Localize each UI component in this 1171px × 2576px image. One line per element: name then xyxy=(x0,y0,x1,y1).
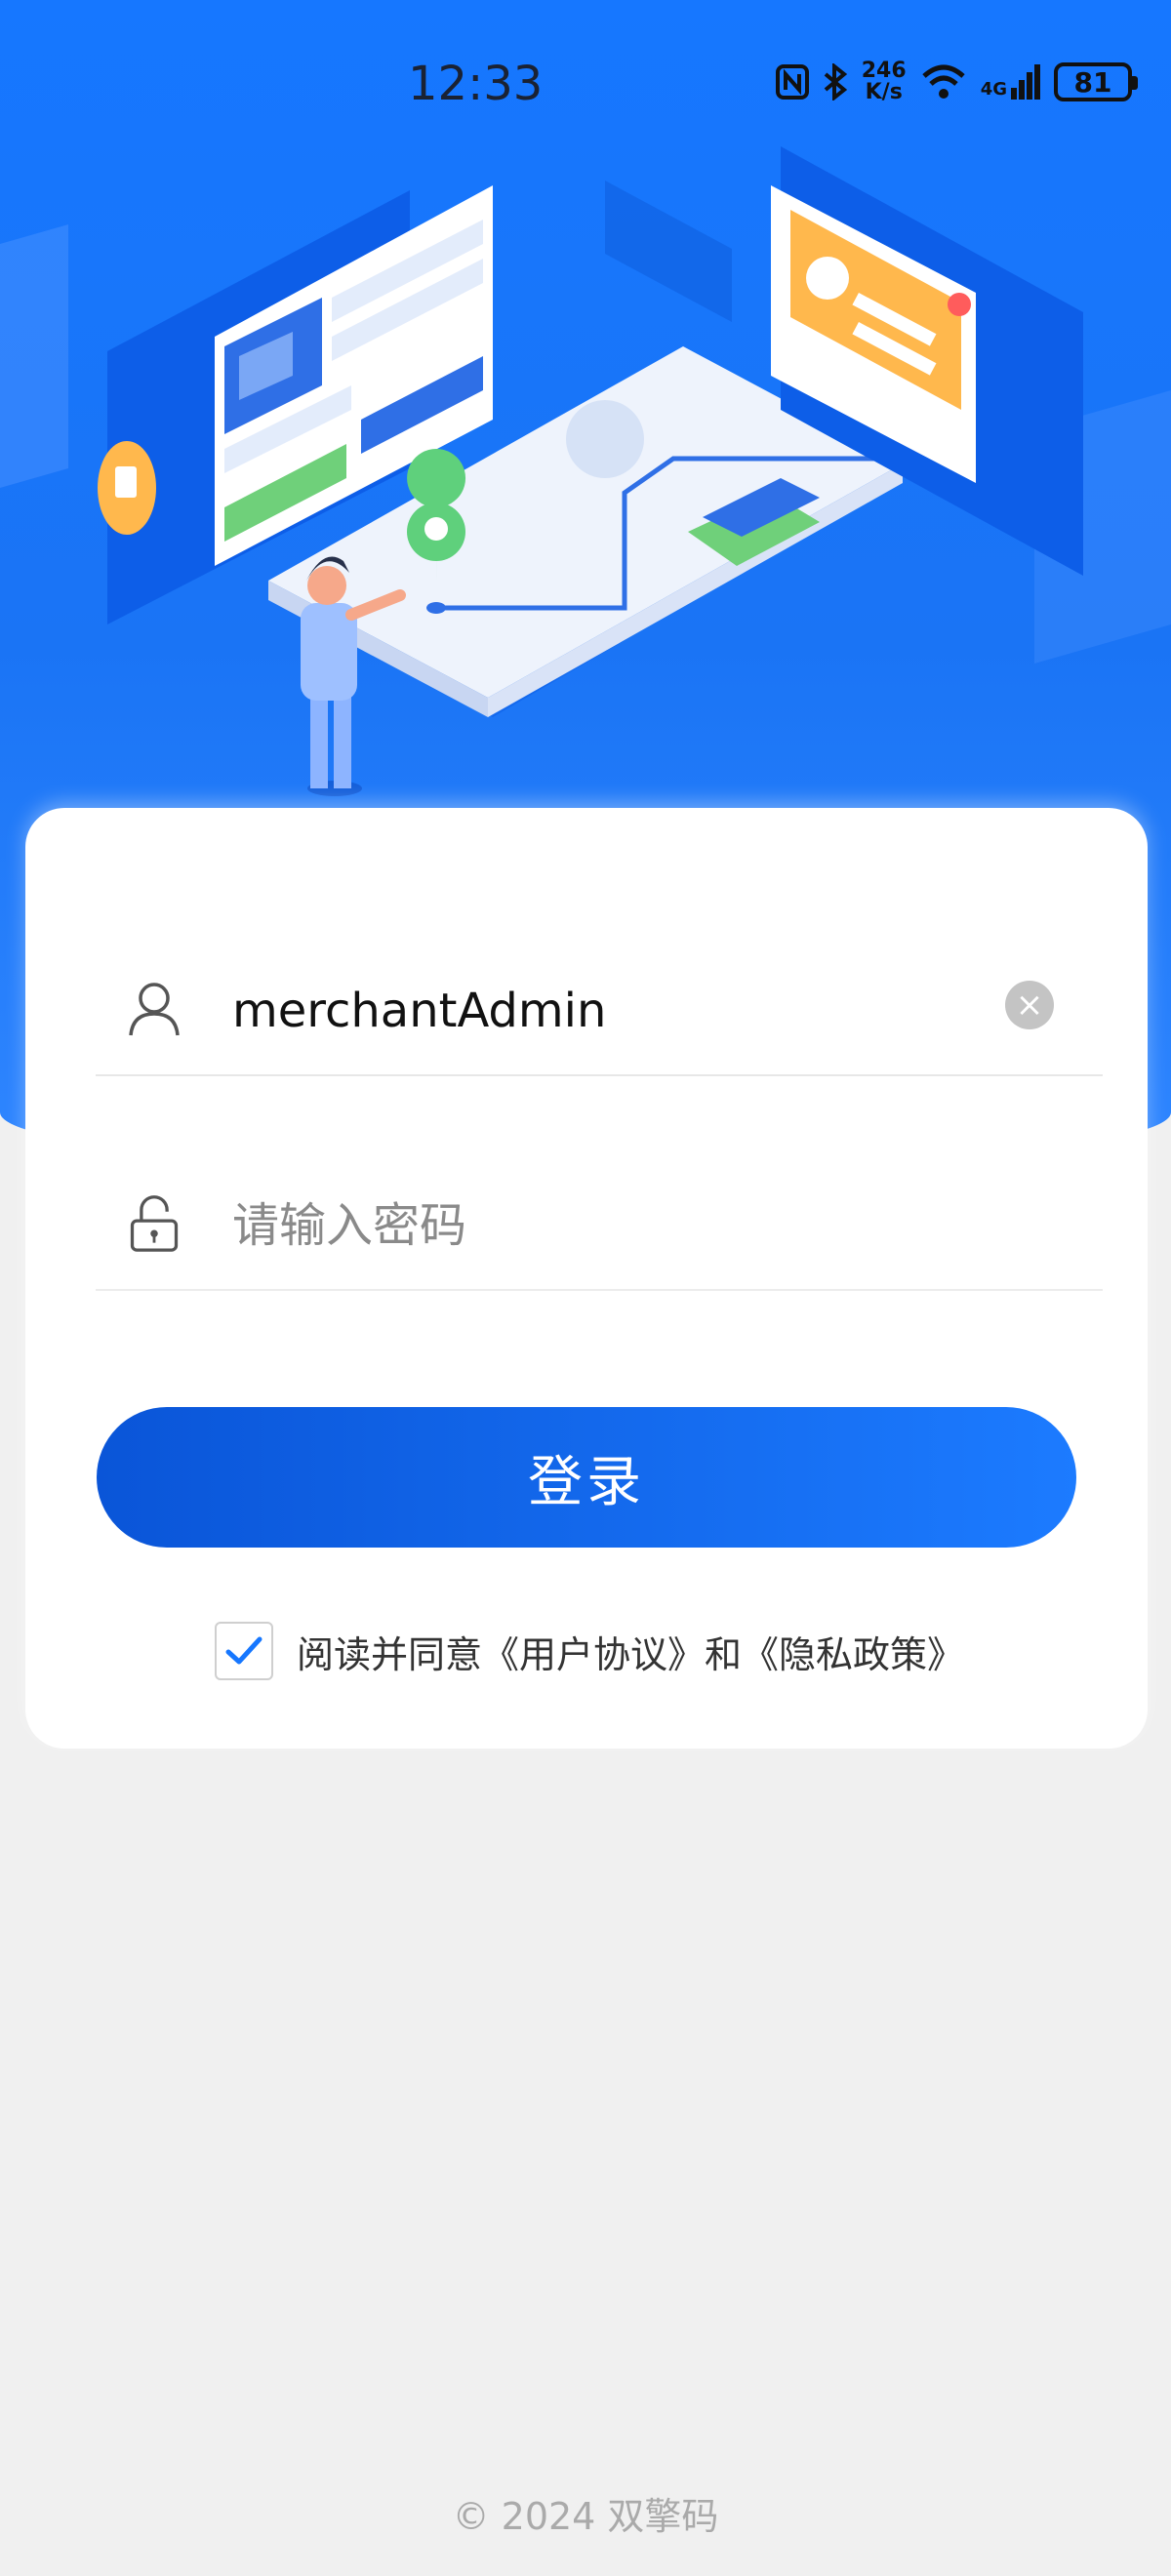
password-row xyxy=(96,1164,1103,1291)
user-icon xyxy=(129,983,180,1036)
lock-icon xyxy=(130,1195,179,1252)
signal-icon: 4G xyxy=(981,64,1040,100)
net-speed: 246 K/s xyxy=(862,60,907,103)
net-speed-value: 246 xyxy=(861,59,907,83)
nfc-icon xyxy=(775,64,809,100)
password-input[interactable] xyxy=(232,1182,993,1269)
battery-level: 81 xyxy=(1073,65,1112,99)
wifi-icon xyxy=(922,64,965,99)
bluetooth-icon xyxy=(824,63,847,101)
clear-input-button[interactable]: × xyxy=(1005,981,1054,1029)
user-agreement-link[interactable]: 《用户协议》 xyxy=(482,1633,705,1676)
agree-checkbox[interactable] xyxy=(215,1622,273,1680)
agree-and: 和 xyxy=(705,1632,743,1676)
agreement-row: 阅读并同意《用户协议》和《隐私政策》 xyxy=(215,1622,964,1680)
checkmark-icon xyxy=(225,1636,262,1665)
close-icon: × xyxy=(1015,986,1044,1025)
agreement-text: 阅读并同意《用户协议》和《隐私政策》 xyxy=(297,1625,964,1678)
battery-icon: 81 xyxy=(1054,62,1138,101)
username-input[interactable] xyxy=(232,967,993,1055)
login-card: × 登录 阅读并同意《用户协议》和《隐私政策》 xyxy=(25,808,1148,1749)
network-type: 4G xyxy=(980,79,1007,100)
status-bar: 12:33 246 K/s 4G 81 xyxy=(0,0,1171,176)
login-button[interactable]: 登录 xyxy=(97,1407,1076,1548)
privacy-policy-link[interactable]: 《隐私政策》 xyxy=(742,1633,964,1676)
username-row: × xyxy=(96,949,1103,1076)
agree-prefix: 阅读并同意 xyxy=(297,1632,483,1676)
status-icons: 246 K/s 4G 81 xyxy=(775,60,1138,103)
status-time: 12:33 xyxy=(408,57,544,111)
net-speed-unit: K/s xyxy=(865,80,903,104)
copyright-footer: © 2024 双擎码 xyxy=(452,2495,719,2538)
